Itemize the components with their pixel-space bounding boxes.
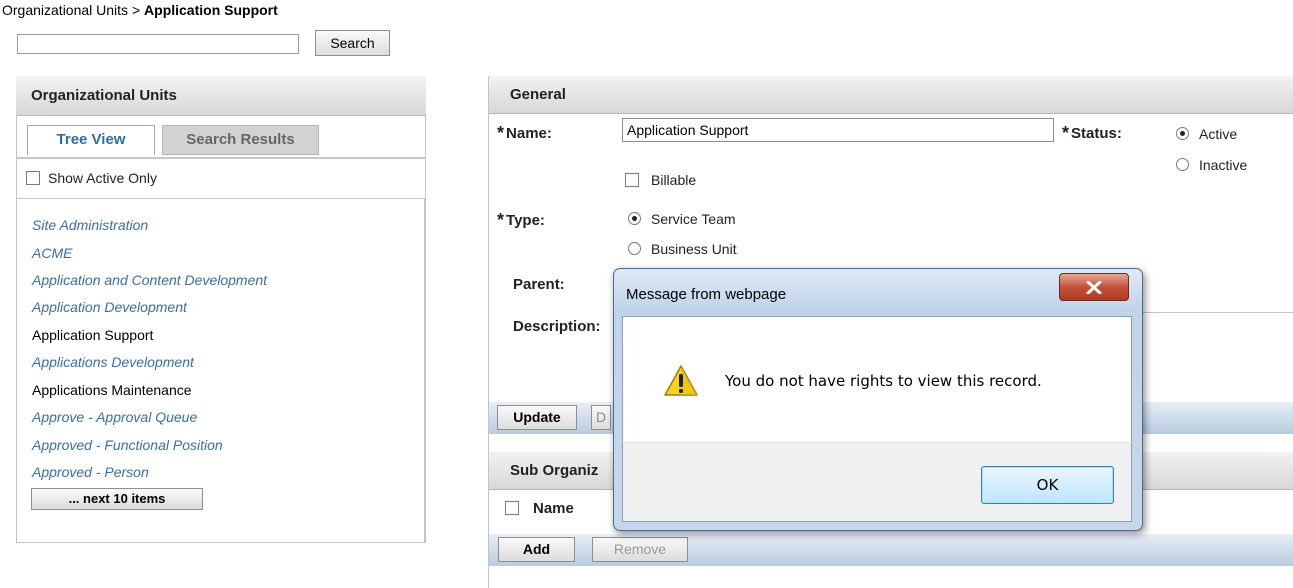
tree-item-acme[interactable]: ACME [32,245,72,261]
show-active-only-checkbox[interactable] [26,171,40,185]
breadcrumb: Organizational Units > Application Suppo… [2,2,278,18]
dialog-title: Message from webpage [626,286,787,303]
tree-item-application-and-content-development[interactable]: Application and Content Development [32,272,267,288]
tabs-divider [17,157,425,159]
tree-item-application-development[interactable]: Application Development [32,299,187,315]
type-service-team-radio[interactable] [628,212,641,225]
org-units-panel-title: Organizational Units [16,76,426,116]
ok-button[interactable]: OK [981,466,1114,504]
sub-org-name-header: Name [505,500,574,517]
dialog-message: You do not have rights to view this reco… [725,372,1042,390]
status-inactive-radio[interactable] [1176,158,1189,171]
warning-icon [664,365,698,396]
show-active-only[interactable]: Show Active Only [26,170,157,186]
tree-item-approved-functional-position[interactable]: Approved - Functional Position [32,437,223,453]
description-label: Description: [513,318,601,335]
search-button[interactable]: Search [315,30,390,56]
remove-button[interactable]: Remove [592,537,688,562]
type-service-team-option[interactable]: Service Team [628,211,736,227]
required-marker: * [1062,123,1070,143]
name-field[interactable] [622,118,1054,142]
show-active-only-label: Show Active Only [48,170,157,186]
update-button[interactable]: Update [497,405,577,430]
tree-item-approved-person[interactable]: Approved - Person [32,464,149,480]
tree-item-applications-development[interactable]: Applications Development [32,354,194,370]
name-label: * Name: [497,123,552,143]
general-section-title: General [489,76,1293,114]
next-items-button[interactable]: ... next 10 items [31,488,203,510]
sub-org-select-all-checkbox[interactable] [505,501,519,515]
tab-search-results[interactable]: Search Results [162,125,319,155]
tree-item-approve-approval-queue[interactable]: Approve - Approval Queue [32,409,197,425]
parent-label: Parent: [513,276,565,293]
delete-button[interactable]: D [591,405,611,430]
status-active-option[interactable]: Active [1176,126,1237,142]
type-business-unit-radio[interactable] [628,242,641,255]
type-label: * Type: [497,210,545,230]
dialog-close-button[interactable] [1059,273,1129,301]
status-inactive-option[interactable]: Inactive [1176,157,1247,173]
breadcrumb-root[interactable]: Organizational Units [2,2,128,18]
required-marker: * [497,123,505,143]
status-label: * Status: [1062,123,1122,143]
add-button[interactable]: Add [498,537,575,562]
tree-item-applications-maintenance[interactable]: Applications Maintenance [32,382,192,398]
tabs-bar: Tree View Search Results [17,118,425,158]
breadcrumb-current: Application Support [144,2,278,18]
status-active-radio[interactable] [1176,127,1189,140]
tab-tree-view[interactable]: Tree View [27,125,155,155]
tree-item-application-support[interactable]: Application Support [32,327,153,343]
description-field[interactable] [1133,312,1293,393]
billable-option[interactable]: Billable [625,172,696,188]
type-business-unit-option[interactable]: Business Unit [628,241,737,257]
search-input[interactable] [17,34,299,54]
tree-item-site-administration[interactable]: Site Administration [32,217,148,233]
breadcrumb-separator: > [131,2,141,18]
close-icon [1086,281,1102,294]
required-marker: * [497,210,505,230]
billable-checkbox[interactable] [625,173,639,187]
